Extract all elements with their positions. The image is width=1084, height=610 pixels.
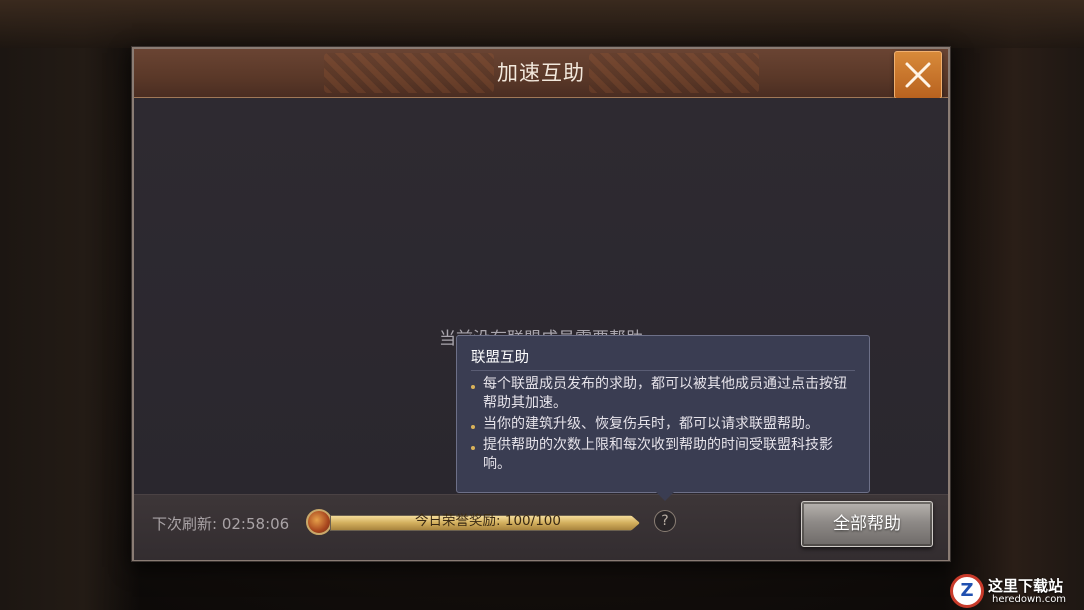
dialog-header: 加速互助 bbox=[134, 49, 948, 99]
dialog-footer: 下次刷新: 02:58:06 今日荣誉奖励: 100/100 ? 全部帮助 bbox=[134, 494, 948, 560]
refresh-timer: 下次刷新: 02:58:06 bbox=[152, 513, 289, 534]
tooltip-arrow bbox=[656, 492, 674, 501]
watermark-logo: Z bbox=[950, 574, 984, 608]
background-top bbox=[0, 0, 1084, 48]
refresh-time: 02:58:06 bbox=[221, 515, 290, 533]
tooltip-item: 提供帮助的次数上限和每次收到帮助的时间受联盟科技影响。 bbox=[471, 436, 855, 474]
close-icon bbox=[905, 62, 931, 88]
site-watermark: Z 这里下载站 heredown.com bbox=[950, 572, 1084, 610]
honor-progress-text: 今日荣誉奖励: 100/100 bbox=[330, 511, 646, 531]
dialog-title: 加速互助 bbox=[497, 61, 585, 85]
honor-medal-icon bbox=[306, 509, 332, 535]
tooltip-item-text: 提供帮助的次数上限和每次收到帮助的时间受联盟科技影响。 bbox=[483, 437, 833, 472]
background-right bbox=[944, 0, 1084, 610]
question-icon[interactable]: ? bbox=[654, 510, 676, 532]
tooltip-item: 当你的建筑升级、恢复伤兵时，都可以请求联盟帮助。 bbox=[471, 415, 855, 434]
close-button[interactable] bbox=[894, 51, 942, 99]
honor-label: 今日荣誉奖励: bbox=[415, 513, 501, 529]
bullet-icon bbox=[471, 425, 475, 429]
tooltip-item: 每个联盟成员发布的求助，都可以被其他成员通过点击按钮帮助其加速。 bbox=[471, 375, 855, 413]
alliance-help-tooltip: 联盟互助 每个联盟成员发布的求助，都可以被其他成员通过点击按钮帮助其加速。 当你… bbox=[456, 335, 870, 493]
tooltip-title: 联盟互助 bbox=[471, 346, 855, 371]
watermark-name: 这里下载站 bbox=[988, 577, 1064, 595]
refresh-label: 下次刷新: bbox=[152, 515, 218, 533]
tooltip-item-text: 当你的建筑升级、恢复伤兵时，都可以请求联盟帮助。 bbox=[483, 416, 819, 432]
tooltip-item-text: 每个联盟成员发布的求助，都可以被其他成员通过点击按钮帮助其加速。 bbox=[483, 376, 847, 411]
help-all-button[interactable]: 全部帮助 bbox=[801, 501, 933, 547]
bullet-icon bbox=[471, 446, 475, 450]
background-left bbox=[0, 0, 140, 610]
bullet-icon bbox=[471, 385, 475, 389]
honor-value: 100/100 bbox=[504, 513, 561, 529]
watermark-url: heredown.com bbox=[992, 594, 1067, 605]
